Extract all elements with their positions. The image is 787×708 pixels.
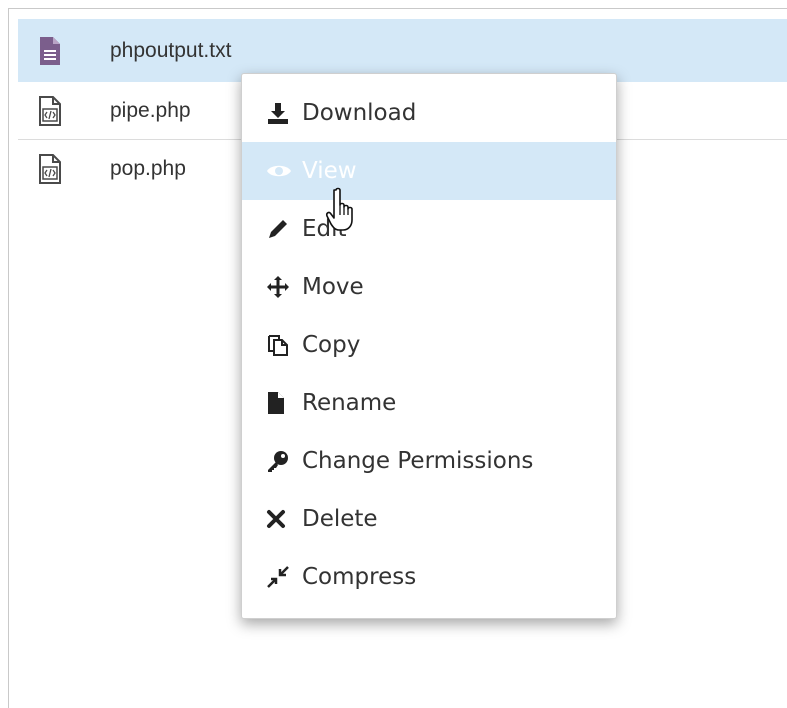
- menu-item-download[interactable]: Download: [242, 84, 616, 142]
- menu-item-label: Move: [302, 274, 364, 300]
- file-icon: [266, 390, 296, 416]
- menu-item-label: Change Permissions: [302, 448, 534, 474]
- menu-item-label: Download: [302, 100, 417, 126]
- menu-item-compress[interactable]: Compress: [242, 548, 616, 606]
- menu-item-rename[interactable]: Rename: [242, 374, 616, 432]
- code-file-icon: [38, 154, 62, 184]
- context-menu: Download View Edit Move Copy Rename Chan…: [241, 73, 617, 619]
- file-name: pipe.php: [110, 98, 191, 122]
- move-arrows-icon: [266, 274, 296, 300]
- compress-icon: [266, 564, 296, 590]
- menu-item-view[interactable]: View: [242, 142, 616, 200]
- menu-item-label: Edit: [302, 216, 347, 242]
- menu-item-label: Delete: [302, 506, 378, 532]
- menu-item-label: Copy: [302, 332, 361, 358]
- file-name: pop.php: [110, 157, 186, 180]
- menu-item-move[interactable]: Move: [242, 258, 616, 316]
- key-icon: [266, 448, 296, 474]
- copy-icon: [266, 332, 296, 358]
- menu-item-edit[interactable]: Edit: [242, 200, 616, 258]
- menu-item-label: Compress: [302, 564, 417, 590]
- menu-item-copy[interactable]: Copy: [242, 316, 616, 374]
- file-name: phpoutput.txt: [110, 38, 232, 62]
- eye-icon: [266, 158, 296, 184]
- text-file-icon: [38, 36, 62, 66]
- code-file-icon: [38, 95, 62, 126]
- menu-item-label: View: [302, 158, 357, 184]
- menu-item-label: Rename: [302, 390, 397, 416]
- x-icon: [266, 506, 296, 532]
- pencil-icon: [266, 216, 296, 242]
- menu-item-delete[interactable]: Delete: [242, 490, 616, 548]
- download-icon: [266, 100, 296, 126]
- menu-item-change-permissions[interactable]: Change Permissions: [242, 432, 616, 490]
